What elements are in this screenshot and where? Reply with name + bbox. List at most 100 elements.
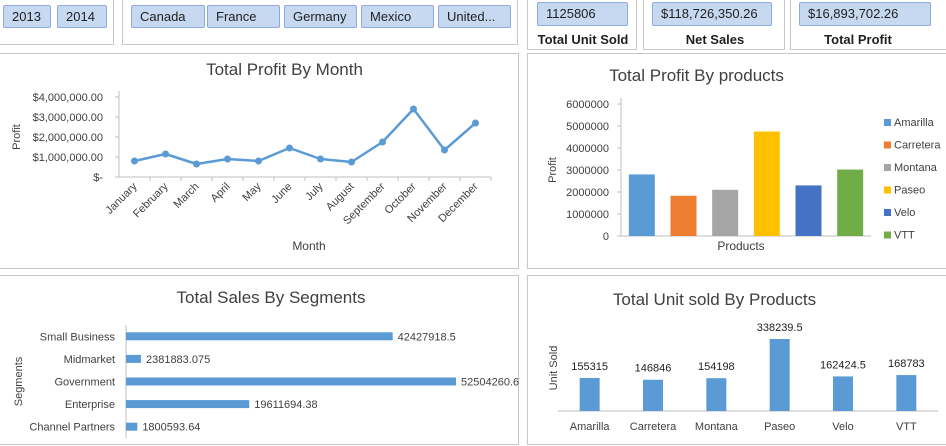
- legend-label: Paseo: [894, 185, 925, 197]
- x-tick-label: Velo: [832, 421, 853, 433]
- data-point: [410, 105, 417, 113]
- y-tick-label: $-: [93, 172, 103, 184]
- bar: [628, 174, 655, 236]
- legend-swatch: [884, 186, 891, 194]
- legend-label: Montana: [894, 162, 938, 174]
- sales-by-segments-panel: Total Sales By Segments Small Business 42…: [0, 275, 520, 445]
- bar: [643, 379, 663, 411]
- kpi-total-unit-sold: 1125806 Total Unit Sold: [527, 0, 637, 50]
- data-label: 1800593.64: [142, 422, 200, 434]
- year-2014-button[interactable]: 2014: [57, 5, 107, 28]
- bar: [126, 377, 456, 386]
- bar: [126, 354, 141, 363]
- x-axis-label: Products: [717, 239, 764, 253]
- x-tick-label: June: [269, 181, 294, 206]
- x-tick-label: Carretera: [630, 421, 677, 433]
- legend-swatch: [884, 209, 891, 216]
- legend-swatch: [884, 141, 891, 149]
- profit-by-month-chart: $- $1,000,000.00 $2,000,000.00 $3,000,000.0…: [11, 91, 492, 253]
- data-label: 155315: [571, 361, 608, 373]
- y-tick-label: $2,000,000.00: [33, 132, 103, 144]
- y-tick-label: $4,000,000.00: [33, 92, 103, 104]
- data-label: 168783: [888, 358, 925, 370]
- bar: [126, 332, 393, 341]
- legend-label: Amarilla: [894, 117, 935, 129]
- country-germany-button[interactable]: Germany: [284, 5, 357, 28]
- category-label: Small Business: [40, 331, 116, 343]
- x-tick-label: March: [172, 181, 202, 211]
- bar: [706, 378, 727, 411]
- x-tick-label: VTT: [896, 421, 917, 433]
- kpi-value: $118,726,350.26: [652, 2, 772, 26]
- data-point: [348, 158, 355, 166]
- bar: [837, 169, 864, 236]
- x-tick-label: May: [240, 180, 264, 204]
- data-point: [131, 157, 138, 165]
- y-tick-label: 0: [603, 231, 609, 243]
- data-label: 2381883.075: [146, 354, 210, 366]
- y-tick-label: 2000000: [566, 187, 609, 199]
- legend-label: Carretera: [894, 140, 941, 152]
- data-label: 52504260.67: [461, 377, 520, 389]
- data-point: [441, 146, 448, 154]
- bar: [795, 185, 822, 236]
- bar: [126, 422, 138, 431]
- y-tick-label: $3,000,000.00: [33, 112, 103, 124]
- legend-swatch: [884, 231, 891, 239]
- data-point: [317, 155, 324, 163]
- country-canada-button[interactable]: Canada: [131, 5, 205, 28]
- data-point: [162, 150, 169, 158]
- x-tick-label: Montana: [695, 421, 739, 433]
- kpi-value: 1125806: [537, 2, 628, 26]
- data-point: [379, 138, 386, 146]
- data-point: [224, 155, 231, 163]
- profit-by-month-panel: Total Profit By Month $- $1,000,000.00 $2,…: [0, 53, 519, 269]
- bar: [753, 131, 780, 236]
- country-mexico-button[interactable]: Mexico: [361, 5, 434, 28]
- data-label: 338239.5: [757, 322, 803, 334]
- x-tick-label: Amarilla: [570, 421, 611, 433]
- y-tick-label: 4000000: [566, 143, 609, 155]
- data-point: [255, 157, 262, 165]
- category-label: Government: [54, 377, 115, 389]
- kpi-label: Total Unit Sold: [537, 32, 629, 47]
- x-tick-label: April: [209, 181, 233, 205]
- legend-swatch: [884, 119, 891, 126]
- x-tick-label: Paseo: [764, 421, 795, 433]
- y-tick-label: 3000000: [566, 165, 609, 177]
- units-by-products-panel: Total Unit sold By Products 155315 Amaril…: [527, 275, 946, 445]
- y-axis-label: Profit: [11, 124, 23, 150]
- units-by-products-chart: 155315 Amarilla 146846 Carretera 154198 Monta…: [548, 322, 938, 433]
- legend-swatch: [884, 164, 891, 171]
- profit-by-products-panel: Total Profit By products 0 1000000 2000000…: [527, 53, 946, 269]
- category-label: Enterprise: [65, 399, 115, 411]
- x-axis-label: Month: [292, 239, 325, 253]
- data-point: [193, 160, 200, 168]
- bar: [712, 189, 739, 236]
- y-axis-label: Segments: [13, 356, 25, 406]
- bar: [579, 377, 600, 411]
- data-label: 146846: [635, 363, 672, 375]
- y-tick-label: 5000000: [566, 121, 609, 133]
- country-slicer: Canada France Germany Mexico United...: [122, 0, 518, 45]
- kpi-label: Net Sales: [685, 32, 745, 47]
- profit-series-line: [134, 107, 477, 166]
- country-united-button[interactable]: United...: [438, 5, 511, 28]
- year-slicer: 2013 2014: [0, 0, 114, 45]
- bar: [896, 375, 917, 411]
- sales-by-segments-chart: Small Business 42427918.5 Midmarket 2381883…: [13, 325, 520, 438]
- y-tick-label: $1,000,000.00: [33, 152, 103, 164]
- country-france-button[interactable]: France: [207, 5, 280, 28]
- y-axis-label: Profit: [547, 157, 559, 183]
- bar: [769, 339, 790, 411]
- kpi-net-sales: $118,726,350.26 Net Sales: [643, 0, 785, 50]
- data-label: 162424.5: [820, 359, 866, 371]
- kpi-value: $16,893,702.26: [799, 2, 931, 26]
- legend-label: VTT: [894, 230, 915, 242]
- x-tick-label: February: [131, 180, 171, 220]
- year-2013-button[interactable]: 2013: [3, 5, 51, 28]
- y-tick-label: 1000000: [566, 209, 609, 221]
- bar: [670, 195, 697, 236]
- data-point: [472, 119, 479, 127]
- legend-label: Velo: [894, 207, 915, 219]
